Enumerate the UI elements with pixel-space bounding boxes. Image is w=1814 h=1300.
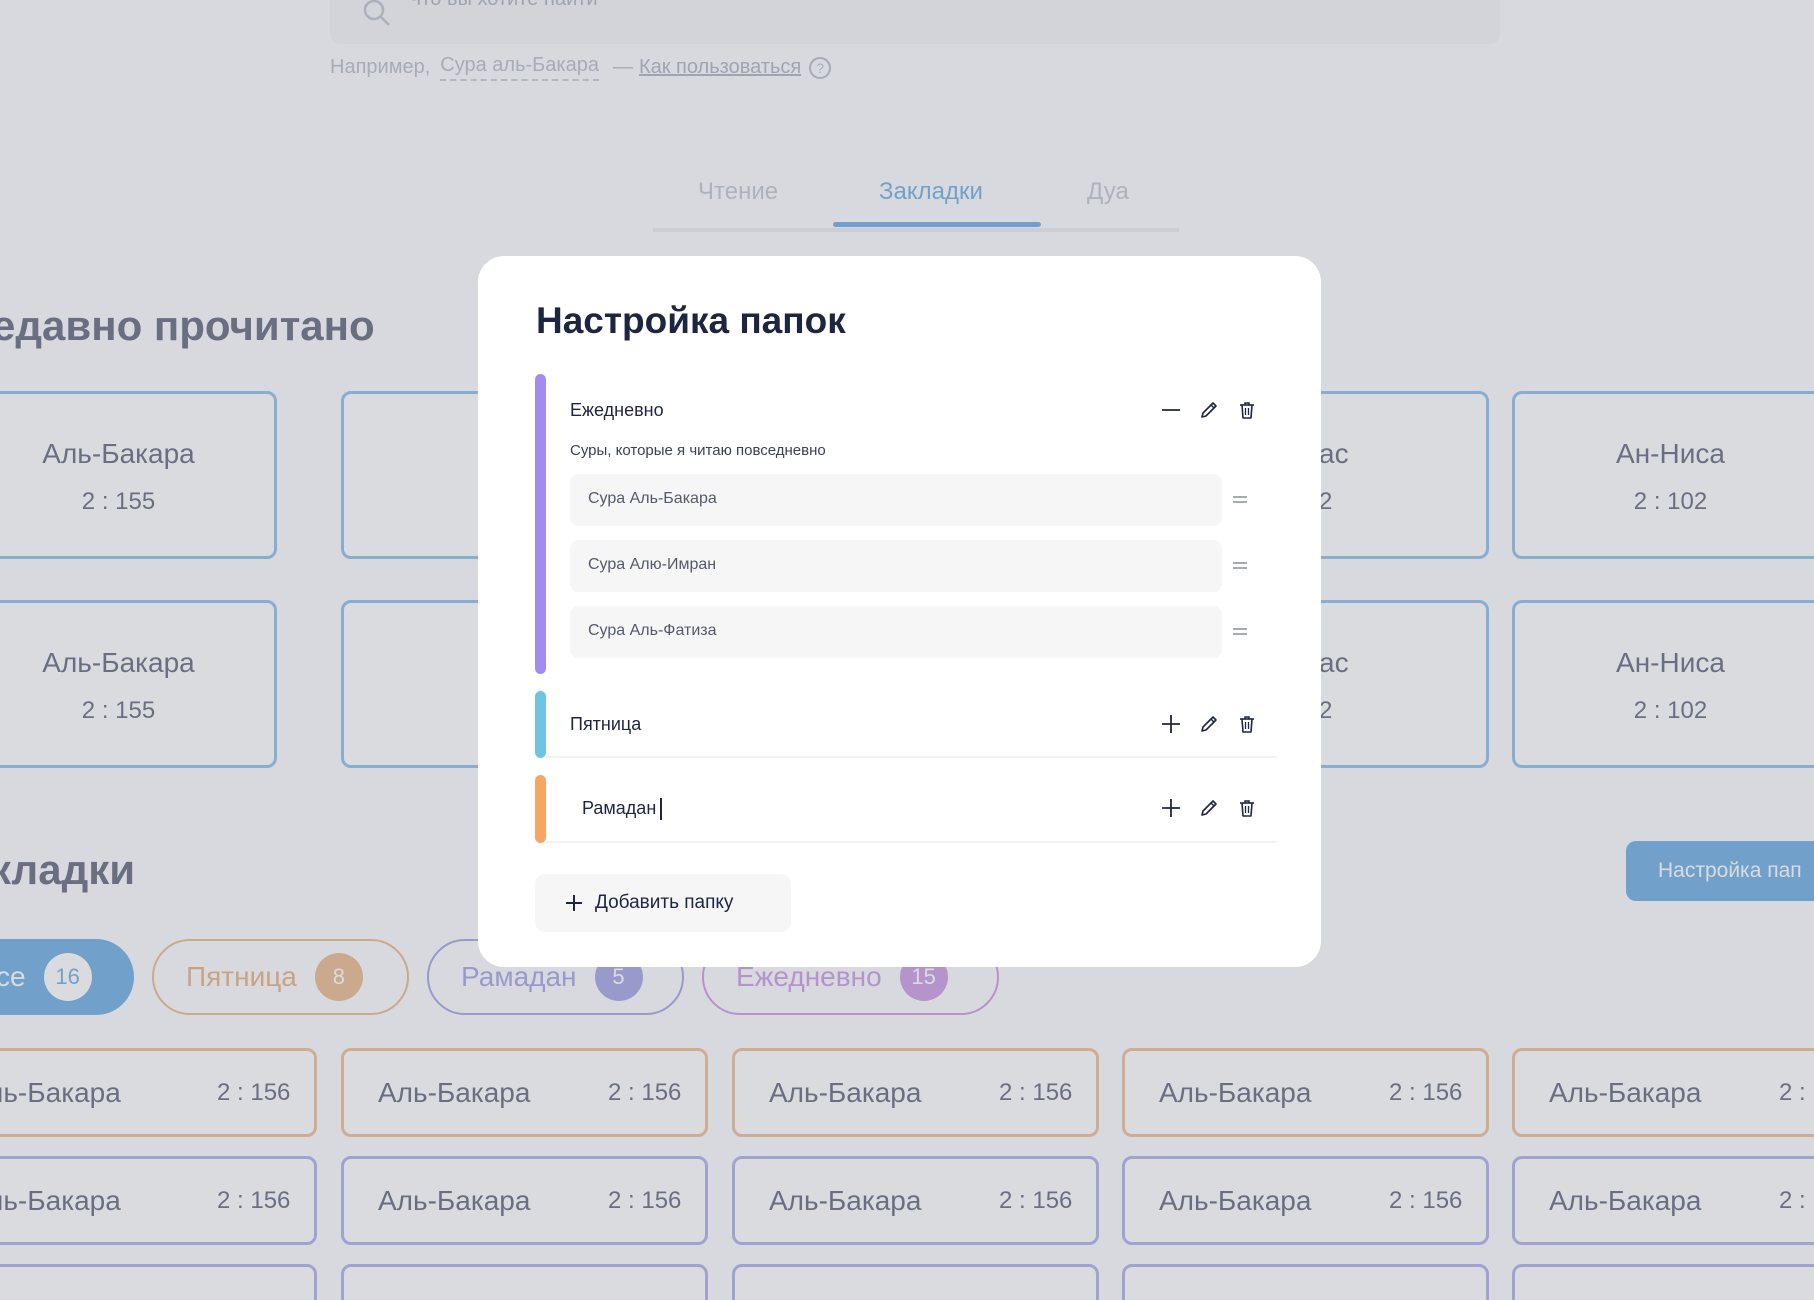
plus-icon <box>566 895 582 911</box>
plus-icon[interactable] <box>1161 714 1181 734</box>
minus-icon[interactable] <box>1161 400 1181 420</box>
trash-icon[interactable] <box>1237 714 1257 734</box>
folder-color-bar <box>535 374 546 674</box>
folder-settings-modal: Настройка папок Ежедневно Суры, которые … <box>478 256 1321 967</box>
folder-description: Суры, которые я читаю повседневно <box>570 442 826 459</box>
divider <box>546 756 1277 758</box>
folder-item-label: Сура Алю-Имран <box>588 556 717 573</box>
add-folder-button[interactable]: Добавить папку <box>535 874 791 932</box>
drag-handle-icon[interactable] <box>1232 492 1248 508</box>
folder-color-bar <box>535 775 546 843</box>
folder-item[interactable]: Сура Алю-Имран <box>570 540 1222 592</box>
modal-title: Настройка папок <box>536 300 846 341</box>
folder-friday: Пятница <box>535 691 1277 758</box>
text-caret <box>660 798 663 821</box>
drag-handle-icon[interactable] <box>1232 558 1248 574</box>
folder-item-label: Сура Аль-Фатиза <box>588 622 717 639</box>
trash-icon[interactable] <box>1237 798 1257 818</box>
add-folder-label: Добавить папку <box>595 892 734 913</box>
folder-color-bar <box>535 691 546 758</box>
bookmarks-page: Что вы хотите найти Например, Сура аль-Б… <box>0 0 1814 1300</box>
folder-item[interactable]: Сура Аль-Бакара <box>570 474 1222 526</box>
trash-icon[interactable] <box>1237 400 1257 420</box>
folder-name: Ежедневно <box>570 400 664 420</box>
divider <box>546 841 1277 843</box>
pencil-icon[interactable] <box>1199 714 1219 734</box>
pencil-icon[interactable] <box>1199 400 1219 420</box>
folder-name-input[interactable]: Рамадан <box>582 798 663 821</box>
folder-daily: Ежедневно Суры, которые я читаю повседне… <box>535 374 1277 674</box>
folder-ramadan: Рамадан <box>535 775 1277 843</box>
drag-handle-icon[interactable] <box>1232 624 1248 640</box>
pencil-icon[interactable] <box>1199 798 1219 818</box>
folder-name: Пятница <box>570 714 642 734</box>
folder-item-label: Сура Аль-Бакара <box>588 490 717 507</box>
plus-icon[interactable] <box>1161 798 1181 818</box>
folder-item[interactable]: Сура Аль-Фатиза <box>570 606 1222 658</box>
